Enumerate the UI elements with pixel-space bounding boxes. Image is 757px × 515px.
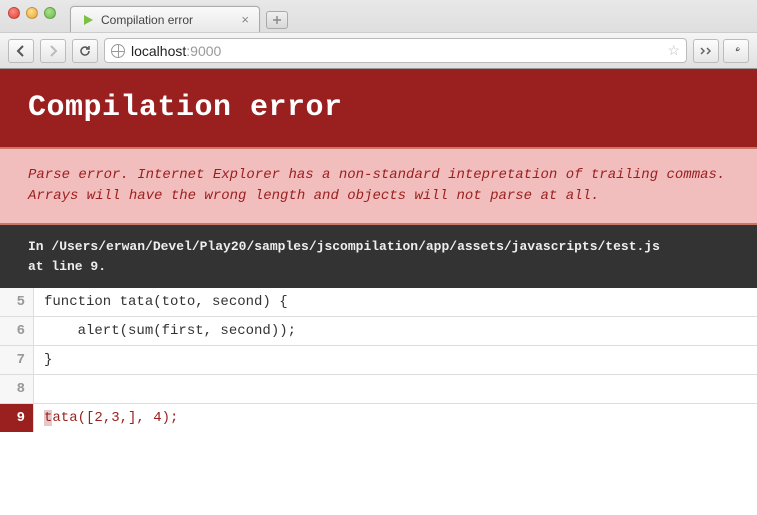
error-location: In /Users/erwan/Devel/Play20/samples/jsc… bbox=[0, 225, 757, 288]
source-row: 6 alert(sum(first, second)); bbox=[0, 316, 757, 345]
wrench-settings-button[interactable] bbox=[723, 39, 749, 63]
minimize-window-button[interactable] bbox=[26, 7, 38, 19]
chevron-overflow-button[interactable] bbox=[693, 39, 719, 63]
source-row: 8 bbox=[0, 374, 757, 403]
browser-chrome: Compilation error × localhost:9000 ☆ bbox=[0, 0, 757, 69]
line-number: 6 bbox=[0, 317, 34, 345]
page-title: Compilation error bbox=[0, 69, 757, 147]
source-listing: 5 function tata(toto, second) { 6 alert(… bbox=[0, 288, 757, 432]
url-host: localhost bbox=[131, 43, 186, 59]
toolbar: localhost:9000 ☆ bbox=[0, 32, 757, 68]
line-number: 8 bbox=[0, 375, 34, 403]
line-number: 9 bbox=[0, 404, 34, 432]
window-controls bbox=[8, 7, 56, 19]
source-line: function tata(toto, second) { bbox=[34, 288, 757, 316]
back-button[interactable] bbox=[8, 39, 34, 63]
source-line: } bbox=[34, 346, 757, 374]
zoom-window-button[interactable] bbox=[44, 7, 56, 19]
source-line-rest: ata([2,3,], 4); bbox=[52, 410, 178, 426]
error-file-path: /Users/erwan/Devel/Play20/samples/jscomp… bbox=[51, 239, 660, 254]
titlebar bbox=[0, 0, 757, 26]
url-port: :9000 bbox=[186, 43, 221, 59]
source-line: alert(sum(first, second)); bbox=[34, 317, 757, 345]
source-line bbox=[34, 375, 757, 403]
location-line-suffix: . bbox=[98, 259, 106, 274]
close-window-button[interactable] bbox=[8, 7, 20, 19]
source-line-error: tata([2,3,], 4); bbox=[34, 404, 757, 432]
bookmark-star-icon[interactable]: ☆ bbox=[667, 42, 680, 59]
error-message: Parse error. Internet Explorer has a non… bbox=[0, 147, 757, 225]
globe-icon bbox=[111, 44, 125, 58]
error-message-line: Parse error. Internet Explorer has a non… bbox=[28, 165, 729, 186]
address-bar[interactable]: localhost:9000 ☆ bbox=[104, 38, 687, 63]
error-message-line: Arrays will have the wrong length and ob… bbox=[28, 186, 729, 207]
source-row-error: 9 tata([2,3,], 4); bbox=[0, 403, 757, 432]
source-row: 7 } bbox=[0, 345, 757, 374]
error-page: Compilation error Parse error. Internet … bbox=[0, 69, 757, 432]
toolbar-right bbox=[693, 39, 749, 63]
reload-button[interactable] bbox=[72, 39, 98, 63]
source-row: 5 function tata(toto, second) { bbox=[0, 288, 757, 316]
forward-button[interactable] bbox=[40, 39, 66, 63]
location-prefix: In bbox=[28, 239, 51, 254]
line-number: 7 bbox=[0, 346, 34, 374]
line-number: 5 bbox=[0, 288, 34, 316]
location-line-prefix: at line bbox=[28, 259, 90, 274]
